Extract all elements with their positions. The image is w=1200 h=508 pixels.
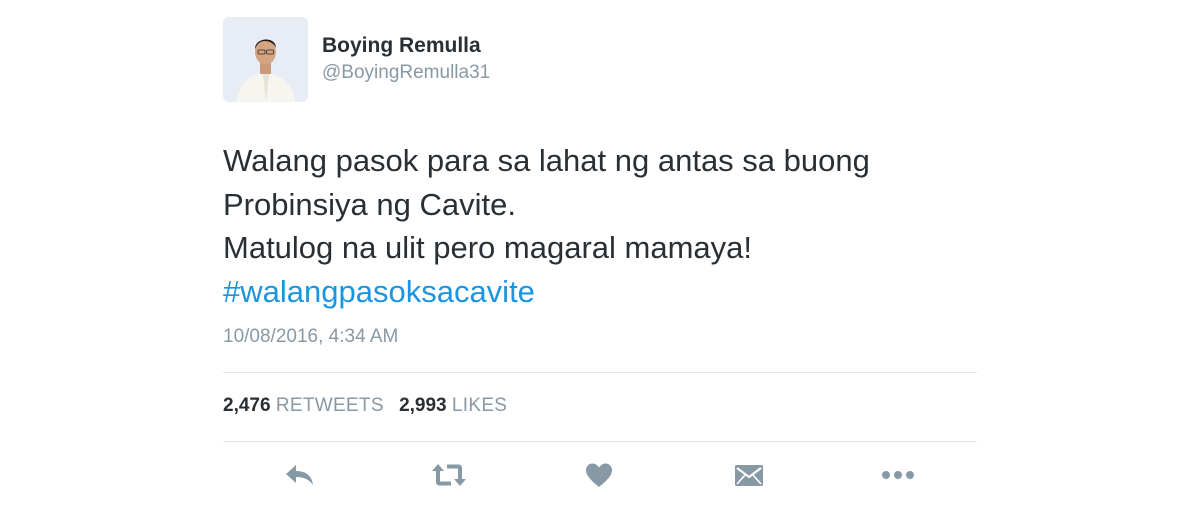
tweet-stats: 2,476 RETWEETS 2,993 LIKES xyxy=(223,395,517,417)
more-icon xyxy=(882,471,914,479)
likes-count: 2,993 xyxy=(399,395,447,416)
profile-photo xyxy=(223,17,308,102)
reply-button[interactable] xyxy=(282,458,318,492)
tweet-text: Walang pasok para sa lahat ng antas sa b… xyxy=(223,139,983,313)
retweet-button[interactable] xyxy=(431,458,467,492)
retweets-count: 2,476 xyxy=(223,395,271,416)
heart-icon xyxy=(586,463,612,487)
tweet-text-line: Probinsiya ng Cavite. xyxy=(223,186,516,222)
hashtag-link[interactable]: #walangpasoksacavite xyxy=(223,270,983,314)
divider xyxy=(223,372,977,373)
more-button[interactable] xyxy=(880,458,916,492)
direct-message-button[interactable] xyxy=(731,458,767,492)
retweets-stat[interactable]: 2,476 RETWEETS xyxy=(223,395,389,416)
retweets-label: RETWEETS xyxy=(275,395,384,416)
likes-label: LIKES xyxy=(451,395,508,416)
tweet-text-line: Walang pasok para sa lahat ng antas sa b… xyxy=(223,143,870,178)
tweet-text-line: Matulog na ulit pero magaral mamaya! xyxy=(223,230,752,265)
likes-stat[interactable]: 2,993 LIKES xyxy=(399,395,507,416)
envelope-icon xyxy=(735,465,763,486)
display-name[interactable]: Boying Remulla xyxy=(322,34,481,58)
avatar[interactable] xyxy=(223,17,308,102)
reply-icon xyxy=(286,465,313,485)
tweet-card: Boying Remulla @BoyingRemulla31 Walang p… xyxy=(0,0,1200,508)
tweet-timestamp[interactable]: 10/08/2016, 4:34 AM xyxy=(223,326,398,348)
like-button[interactable] xyxy=(581,458,617,492)
divider xyxy=(223,441,977,442)
user-handle[interactable]: @BoyingRemulla31 xyxy=(322,62,490,84)
retweet-icon xyxy=(432,464,466,486)
